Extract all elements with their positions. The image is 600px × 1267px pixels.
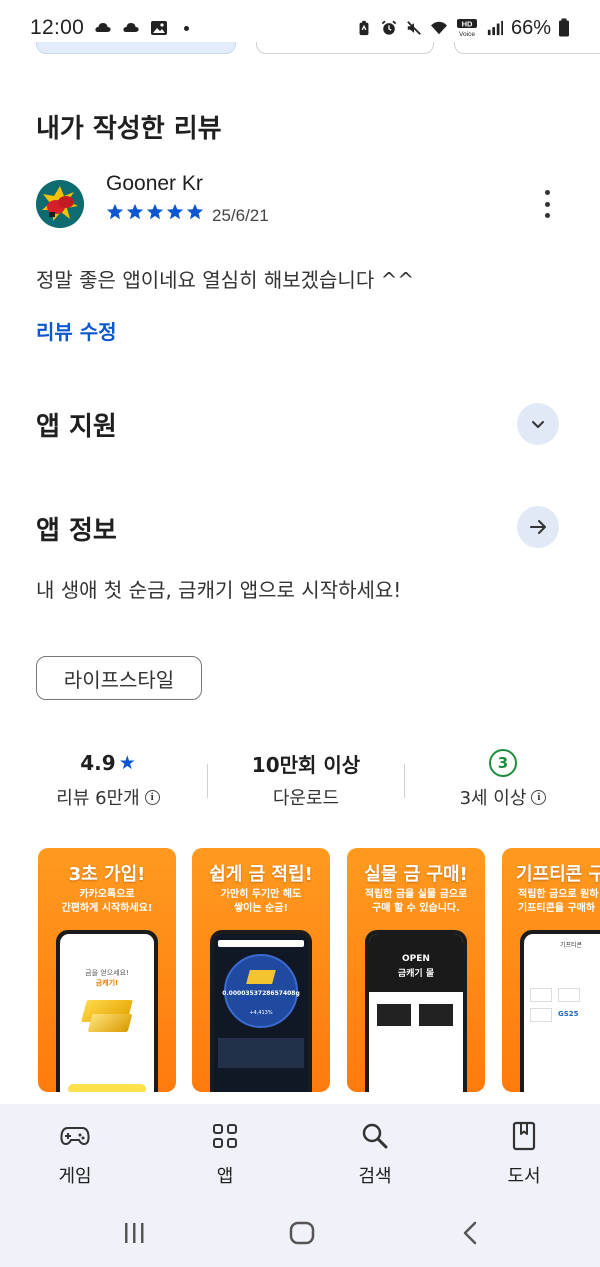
- status-time: 12:00: [30, 16, 85, 39]
- battery-percent: 66%: [510, 16, 551, 39]
- info-icon[interactable]: i: [531, 789, 547, 805]
- rating-stat[interactable]: 4.9 ★ 리뷰 6만개 i: [36, 748, 180, 810]
- dot-icon: [184, 25, 190, 31]
- info-icon[interactable]: i: [144, 789, 160, 805]
- arrow-right-icon: [530, 520, 546, 534]
- nav-books[interactable]: 도서: [474, 1104, 574, 1204]
- avatar: [36, 180, 84, 228]
- cloud-icon: [123, 23, 139, 32]
- downloads-value: 10만회 이상: [251, 752, 361, 777]
- signal-icon: [487, 20, 503, 36]
- age-rating-stat[interactable]: 3 3세 이상 i: [428, 748, 578, 810]
- gamepad-icon: [59, 1120, 91, 1152]
- search-icon: [359, 1120, 391, 1152]
- chip-stub[interactable]: [256, 42, 434, 54]
- star-icon: [106, 203, 124, 220]
- cloud-icon: [95, 23, 111, 32]
- nav-search[interactable]: 검색: [325, 1104, 425, 1204]
- book-icon: [508, 1120, 540, 1152]
- app-stats: 4.9 ★ 리뷰 6만개 i 10만회 이상 다운로드 3 3세 이상 i: [0, 748, 600, 818]
- star-icon: [146, 203, 164, 220]
- downloads-stat: 10만회 이상 다운로드: [226, 748, 386, 810]
- image-icon: [151, 21, 168, 35]
- app-info-title: 앱 정보: [36, 516, 117, 546]
- back-button[interactable]: [450, 1218, 490, 1248]
- age-rating-badge: 3: [489, 749, 517, 777]
- rating-value: 4.9: [80, 751, 116, 775]
- mute-icon: [407, 21, 421, 35]
- divider: [207, 764, 208, 798]
- apps-grid-icon: [209, 1120, 241, 1152]
- system-navigation-bar: [0, 1204, 600, 1267]
- category-chip[interactable]: 라이프스타일: [36, 656, 202, 700]
- age-rating-label: 3세 이상: [459, 788, 527, 809]
- nav-games[interactable]: 게임: [25, 1104, 125, 1204]
- chip-stub[interactable]: [36, 42, 236, 54]
- reviewer-name: Gooner Kr: [106, 172, 203, 195]
- review-text: 정말 좋은 앱이네요 열심히 해보겠습니다 ^^: [36, 268, 415, 292]
- scrolled-chip-row: [0, 42, 600, 54]
- edit-review-link[interactable]: 리뷰 수정: [36, 316, 117, 345]
- svg-text:6: 6: [443, 23, 447, 30]
- screenshot-4[interactable]: 기프티콘 구 적립한 금으로 원하 기프티콘을 구매하 기프티콘 GS25: [502, 848, 600, 1092]
- nav-apps[interactable]: 앱: [175, 1104, 275, 1204]
- wifi-icon: 6: [430, 21, 447, 35]
- star-rating: [106, 203, 204, 221]
- screenshot-1[interactable]: 3초 가입! 카카오톡으로 간편하게 시작하세요! 금을 얻으세요! 금캐기!: [38, 848, 176, 1092]
- svg-text:Voice: Voice: [459, 31, 475, 38]
- star-icon: [186, 203, 204, 220]
- hd-voice-icon: HD Voice: [456, 19, 477, 38]
- recent-apps-button[interactable]: [114, 1218, 154, 1248]
- expand-app-support-button[interactable]: [517, 403, 559, 445]
- battery-saver-icon: [359, 20, 369, 36]
- chevron-down-icon: [532, 421, 544, 428]
- home-button[interactable]: [282, 1218, 322, 1248]
- star-icon: [126, 203, 144, 220]
- my-review-title: 내가 작성한 리뷰: [36, 114, 222, 144]
- divider: [404, 764, 405, 798]
- alarm-icon: [381, 20, 397, 35]
- bottom-navigation: 게임 앱 검색 도서: [0, 1104, 600, 1204]
- screenshot-2[interactable]: 쉽게 금 적립! 가만히 두기만 해도 쌓이는 순금! 0.00003537286…: [192, 848, 330, 1092]
- star-icon: ★: [118, 752, 136, 774]
- screenshot-3[interactable]: 실물 금 구매! 적립한 금을 실물 금으로 구매 할 수 있습니다. OPEN …: [347, 848, 485, 1092]
- reviews-count: 리뷰 6만개: [56, 788, 140, 809]
- app-description: 내 생애 첫 순금, 금캐기 앱으로 시작하세요!: [36, 578, 402, 602]
- recent-apps-icon: [125, 1223, 144, 1243]
- more-options-button[interactable]: [534, 188, 560, 220]
- chip-stub[interactable]: [454, 42, 600, 54]
- app-support-title: 앱 지원: [36, 412, 117, 442]
- battery-icon: [559, 18, 569, 37]
- star-icon: [166, 203, 184, 220]
- review-date: 25/6/21: [212, 206, 269, 225]
- svg-text:HD: HD: [462, 20, 473, 29]
- back-icon: [463, 1221, 477, 1245]
- downloads-label: 다운로드: [272, 788, 340, 809]
- home-icon: [289, 1221, 315, 1245]
- screenshot-carousel[interactable]: 3초 가입! 카카오톡으로 간편하게 시작하세요! 금을 얻으세요! 금캐기! 쉽…: [0, 848, 600, 1092]
- open-app-info-button[interactable]: [517, 506, 559, 548]
